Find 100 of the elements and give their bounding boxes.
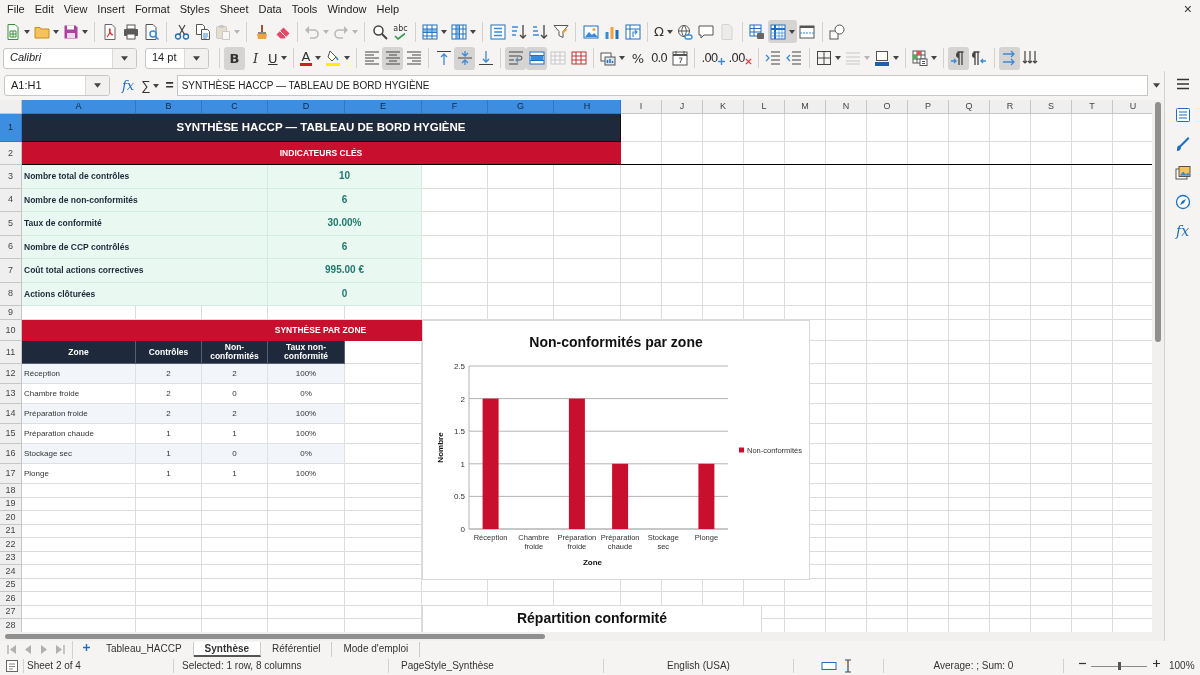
column-header[interactable]: R xyxy=(990,100,1031,114)
language-label: English (USA) xyxy=(667,660,730,672)
sheet-tab[interactable]: Mode d'emploi xyxy=(332,641,421,657)
printer-icon xyxy=(122,23,139,40)
column-header[interactable]: A xyxy=(22,100,136,114)
spelling-button[interactable]: abc xyxy=(390,20,411,43)
column-header[interactable]: L xyxy=(744,100,785,114)
align-bottom-icon xyxy=(477,50,494,66)
row-header[interactable]: 2 xyxy=(0,142,22,165)
row-header[interactable]: 15 xyxy=(0,424,22,444)
bold-button[interactable]: B xyxy=(224,46,245,70)
menu-item[interactable]: Sheet xyxy=(214,0,254,18)
indicator-value: 30.00% xyxy=(268,212,422,236)
formula-input-field[interactable]: SYNTHÈSE HACCP — TABLEAU DE BORD HYGIÈNE xyxy=(176,75,1148,96)
sheet-tab[interactable]: Synthèse xyxy=(193,641,262,657)
caret-icon xyxy=(470,29,476,34)
table-columns-icon xyxy=(451,23,467,40)
table-cell: 0 xyxy=(202,444,268,464)
underline-button[interactable]: U xyxy=(266,46,289,70)
merge-center-button[interactable] xyxy=(526,46,548,70)
menu-item[interactable]: Insert xyxy=(92,0,130,18)
scrollbar-thumb[interactable] xyxy=(1155,102,1161,342)
sheet-tab[interactable]: Référentiel xyxy=(261,641,333,657)
row-header[interactable]: 22 xyxy=(0,538,22,552)
add-decimal-button[interactable]: .00 xyxy=(699,46,727,70)
row-header[interactable]: 17 xyxy=(0,464,22,484)
menu-item[interactable]: Format xyxy=(129,0,175,18)
row-header[interactable]: 9 xyxy=(0,306,22,320)
row-header[interactable]: 11 xyxy=(0,341,22,364)
column-header[interactable]: E xyxy=(345,100,422,114)
column-header[interactable]: J xyxy=(662,100,703,114)
row-header[interactable]: 26 xyxy=(0,592,22,606)
row-header[interactable]: 3 xyxy=(0,165,22,189)
percent-button[interactable]: % xyxy=(627,46,649,70)
scrollbar-thumb[interactable] xyxy=(5,634,545,639)
row-header[interactable]: 10 xyxy=(0,320,22,341)
name-box-field[interactable]: A1:H1 xyxy=(4,75,110,96)
special-character-button[interactable]: Ω xyxy=(652,20,675,43)
left-to-right-button[interactable] xyxy=(947,46,969,70)
number-format-button[interactable]: 0.0 xyxy=(648,46,670,70)
menu-item[interactable]: Tools xyxy=(286,0,323,18)
row-header[interactable]: 20 xyxy=(0,511,22,525)
column-header[interactable]: C xyxy=(202,100,268,114)
font-name-field[interactable]: Calibri xyxy=(3,47,137,69)
column-header[interactable]: Q xyxy=(949,100,990,114)
axis-tick-label: 2 xyxy=(460,394,465,404)
row-header[interactable]: 4 xyxy=(0,188,22,212)
paintbrush-icon xyxy=(1174,136,1191,152)
menu-item[interactable]: Styles xyxy=(174,0,215,18)
menu-item[interactable]: Help xyxy=(371,0,405,18)
align-right-icon xyxy=(405,50,422,66)
menu-item[interactable]: Edit xyxy=(29,0,59,18)
slider-thumb[interactable] xyxy=(1118,662,1121,670)
column-header[interactable]: T xyxy=(1072,100,1113,114)
column-header[interactable]: B xyxy=(136,100,202,114)
row-header[interactable]: 13 xyxy=(0,384,22,404)
menu-item[interactable]: File xyxy=(2,0,30,18)
row-header[interactable]: 6 xyxy=(0,235,22,259)
column-header[interactable]: D xyxy=(268,100,345,114)
column-header[interactable]: O xyxy=(867,100,908,114)
row-header[interactable]: 16 xyxy=(0,444,22,464)
table-cell: Préparation froide xyxy=(22,404,136,424)
column-header[interactable]: M xyxy=(785,100,826,114)
axis-tick-label: 1 xyxy=(460,459,465,469)
menu-item[interactable]: View xyxy=(58,0,93,18)
row-header[interactable]: 28 xyxy=(0,619,22,632)
column-header[interactable]: G xyxy=(488,100,554,114)
formula-button[interactable]: = xyxy=(162,77,177,94)
font-size-field[interactable]: 14 pt xyxy=(145,47,209,69)
row-header[interactable]: 5 xyxy=(0,212,22,236)
row-header[interactable]: 14 xyxy=(0,404,22,424)
font-color-button[interactable]: A xyxy=(297,46,324,70)
horizontal-scrollbar[interactable] xyxy=(0,632,1164,641)
column-header[interactable]: H xyxy=(554,100,621,114)
function-wizard-button[interactable]: fx xyxy=(118,77,139,94)
column-header[interactable]: S xyxy=(1031,100,1072,114)
functions-button[interactable]: fx xyxy=(1169,219,1196,243)
row-header[interactable]: 24 xyxy=(0,565,22,579)
vertical-scrollbar[interactable] xyxy=(1152,100,1164,632)
column-header[interactable]: N xyxy=(826,100,867,114)
row-header[interactable]: 7 xyxy=(0,259,22,283)
row-header[interactable]: 8 xyxy=(0,282,22,306)
table-cell: 0% xyxy=(268,384,345,404)
row-header[interactable]: 1 xyxy=(0,114,22,142)
freeze-button[interactable] xyxy=(767,20,797,43)
close-button[interactable]: × xyxy=(1179,0,1196,18)
menu-item[interactable]: Window xyxy=(322,0,372,18)
row-header[interactable]: 12 xyxy=(0,364,22,384)
italic-button[interactable]: I xyxy=(245,46,266,70)
row-header[interactable]: 18 xyxy=(0,484,22,498)
column-header[interactable]: U xyxy=(1113,100,1152,114)
column-header[interactable]: F xyxy=(422,100,488,114)
sheet-tab[interactable]: Tableau_HACCP xyxy=(95,641,194,657)
column-header[interactable]: I xyxy=(621,100,662,114)
column-header[interactable]: P xyxy=(908,100,949,114)
menu-item[interactable]: Data xyxy=(253,0,287,18)
wrap-text-button[interactable] xyxy=(505,46,527,70)
column-header[interactable]: K xyxy=(703,100,744,114)
delete-decimal-button[interactable]: .00 xyxy=(726,46,754,70)
sum-button[interactable]: ∑ xyxy=(138,77,163,94)
